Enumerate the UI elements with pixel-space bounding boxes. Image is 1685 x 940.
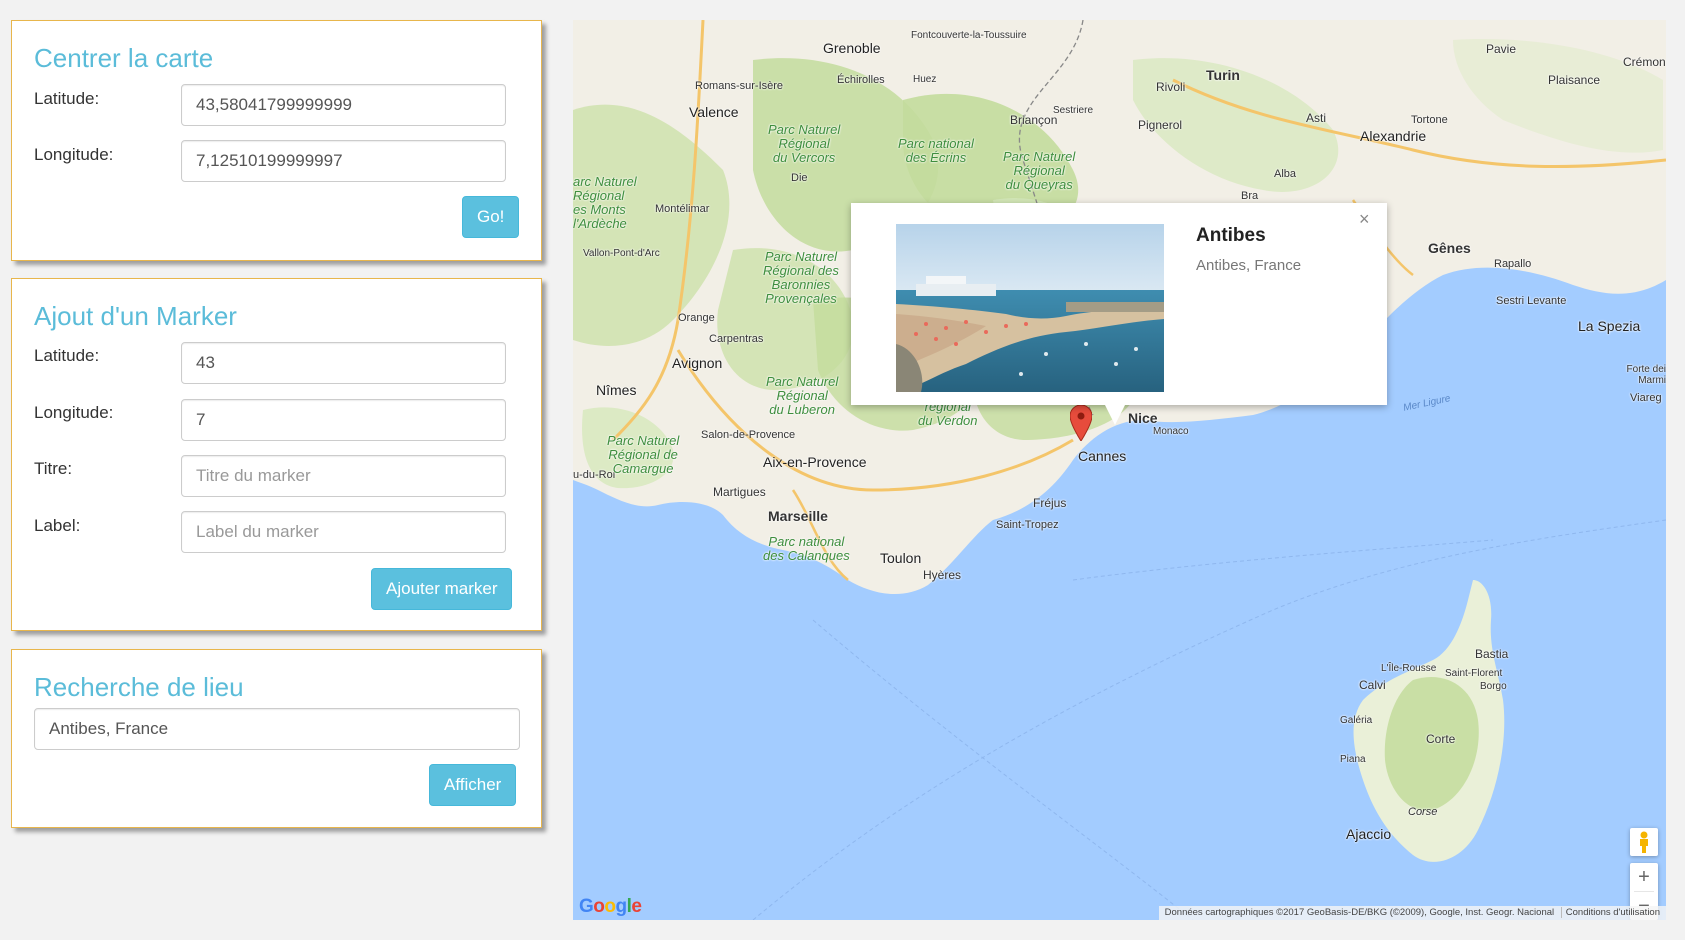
marker-title-input[interactable] — [181, 455, 506, 497]
place-search-input[interactable] — [34, 708, 520, 750]
info-window: Antibes Antibes, France × — [851, 203, 1387, 425]
info-window-subtitle: Antibes, France — [1196, 257, 1302, 274]
map-label-martigues: Martigues — [713, 485, 766, 499]
map-label-rapallo: Rapallo — [1494, 258, 1532, 270]
map-label-park-queyras: Parc Naturel Régional du Queyras — [1003, 149, 1076, 192]
map-label-park-ardeche: arc Naturel Régional es Monts l'Ardèche — [573, 174, 637, 231]
map-label-park-baronnies: Parc Naturel Régional des Baronnies Prov… — [763, 249, 839, 306]
map-label-sestriere: Sestriere — [1053, 105, 1094, 116]
map-label-alba: Alba — [1274, 168, 1297, 180]
map-label-stflorent: Saint-Florent — [1445, 668, 1503, 679]
street-view-pegman[interactable] — [1630, 828, 1658, 856]
add-marker-panel: Ajout d'un Marker Latitude: Longitude: T… — [11, 278, 542, 631]
map-label-turin: Turin — [1206, 67, 1240, 83]
map-label-grenoble: Grenoble — [823, 40, 881, 56]
marker-latitude-input[interactable] — [181, 342, 506, 384]
map-label-galeria: Galéria — [1340, 715, 1373, 726]
titre-label: Titre: — [34, 459, 73, 478]
map-marker-pin[interactable] — [1070, 405, 1092, 441]
map-label-echirolles: Échirolles — [837, 74, 885, 86]
map-label-romans: Romans-sur-Isère — [695, 80, 784, 92]
map-label-fontcouverte: Fontcouverte-la-Toussuire — [911, 30, 1027, 41]
longitude-label: Longitude: — [34, 145, 114, 164]
map-label-cremon: Crémon — [1623, 55, 1666, 69]
map-label-cannes: Cannes — [1078, 448, 1127, 464]
latitude-label: Latitude: — [34, 346, 100, 365]
center-longitude-input[interactable] — [181, 140, 506, 182]
map-label-viareggio: Viareg — [1630, 392, 1662, 404]
map-canvas[interactable]: Grenoble Fontcouverte-la-Toussuire Turin… — [573, 20, 1666, 920]
map-label-salon: Salon-de-Provence — [701, 429, 796, 441]
map-label-nimes: Nîmes — [596, 382, 637, 398]
map-label-genes: Gênes — [1428, 240, 1471, 256]
go-button[interactable]: Go! — [462, 196, 520, 238]
map-label-park-ecrins: Parc national des Écrins — [898, 136, 974, 165]
map-label-park-camargue: Parc Naturel Régional de Camargue — [607, 433, 680, 476]
map-label-park-calanques: Parc national des Calanques — [763, 534, 850, 563]
map-label-tortone: Tortone — [1411, 114, 1448, 126]
map-label-frejus: Fréjus — [1033, 496, 1067, 510]
attribution-text: Données cartographiques ©2017 GeoBasis-D… — [1164, 907, 1555, 918]
map-label-corse: Corse — [1408, 806, 1438, 818]
google-logo: Google — [579, 896, 642, 917]
map-label-bastia: Bastia — [1475, 647, 1509, 661]
map-label-huez: Huez — [913, 74, 937, 85]
map-label-alexandrie: Alexandrie — [1360, 128, 1427, 144]
map-label-aix: Aix-en-Provence — [763, 454, 867, 470]
marker-longitude-input[interactable] — [181, 399, 506, 441]
map-label-marseille: Marseille — [768, 508, 828, 524]
info-window-title: Antibes — [1196, 225, 1266, 246]
longitude-label: Longitude: — [34, 403, 114, 422]
map-label-plaisance: Plaisance — [1548, 73, 1601, 87]
close-icon[interactable]: × — [1359, 209, 1370, 230]
label-label: Label: — [34, 516, 81, 535]
pegman-icon — [1640, 831, 1648, 853]
map-label-corte: Corte — [1426, 732, 1456, 746]
map-terrain — [573, 20, 1666, 920]
map-label-nice: Nice — [1128, 410, 1158, 426]
center-latitude-input[interactable] — [181, 84, 506, 126]
map-label-monaco: Monaco — [1153, 426, 1189, 437]
map-label-vallon: Vallon-Pont-d'Arc — [583, 248, 660, 259]
map-label-carpentras: Carpentras — [709, 333, 764, 345]
center-map-title: Centrer la carte — [34, 43, 214, 73]
map-label-toulon: Toulon — [880, 550, 922, 566]
show-button[interactable]: Afficher — [429, 764, 517, 806]
map-label-rivoli: Rivoli — [1156, 80, 1186, 94]
marker-label-input[interactable] — [181, 511, 506, 553]
map-label-borgo: Borgo — [1480, 681, 1507, 692]
map-label-sestri: Sestri Levante — [1496, 295, 1567, 307]
map-label-asti: Asti — [1306, 111, 1327, 125]
add-marker-button[interactable]: Ajouter marker — [371, 568, 513, 610]
map-label-ajaccio: Ajaccio — [1346, 826, 1392, 842]
add-marker-title: Ajout d'un Marker — [34, 301, 237, 331]
map-label-forte: Forte dei Marmi — [1626, 364, 1666, 386]
map-label-briancon: Briançon — [1010, 113, 1058, 127]
map-label-valence: Valence — [689, 104, 739, 120]
map-label-avignon: Avignon — [672, 355, 723, 371]
map-label-park-vercors: Parc Naturel Régional du Vercors — [768, 122, 841, 165]
center-map-panel: Centrer la carte Latitude: Longitude: Go… — [11, 20, 542, 261]
info-window-tail — [1105, 405, 1125, 425]
map-label-montelimar: Montélimar — [655, 203, 710, 215]
map-label-calvi: Calvi — [1359, 678, 1386, 692]
map-label-park-luberon: Parc Naturel Régional du Luberon — [766, 374, 839, 417]
map-label-ilerousse: L'Île-Rousse — [1381, 663, 1437, 674]
map-label-pavie: Pavie — [1486, 42, 1517, 56]
map-label-piana: Piana — [1340, 754, 1366, 765]
map-label-laspezia: La Spezia — [1578, 318, 1641, 334]
terms-link[interactable]: Conditions d'utilisation — [1560, 907, 1660, 918]
map-label-pinerolo: Pignerol — [1138, 118, 1183, 132]
map-label-bra: Bra — [1241, 190, 1259, 202]
latitude-label: Latitude: — [34, 89, 100, 108]
map-label-die: Die — [791, 172, 808, 184]
map-label-orange: Orange — [678, 312, 715, 324]
place-search-title: Recherche de lieu — [34, 672, 244, 702]
map-attribution: Données cartographiques ©2017 GeoBasis-D… — [1158, 906, 1666, 920]
map-label-sttropez: Saint-Tropez — [996, 519, 1059, 531]
map-label-hyeres: Hyères — [923, 568, 962, 582]
place-photo — [896, 224, 1164, 392]
zoom-in-button[interactable]: + — [1630, 863, 1658, 891]
place-search-panel: Recherche de lieu Afficher — [11, 649, 542, 828]
